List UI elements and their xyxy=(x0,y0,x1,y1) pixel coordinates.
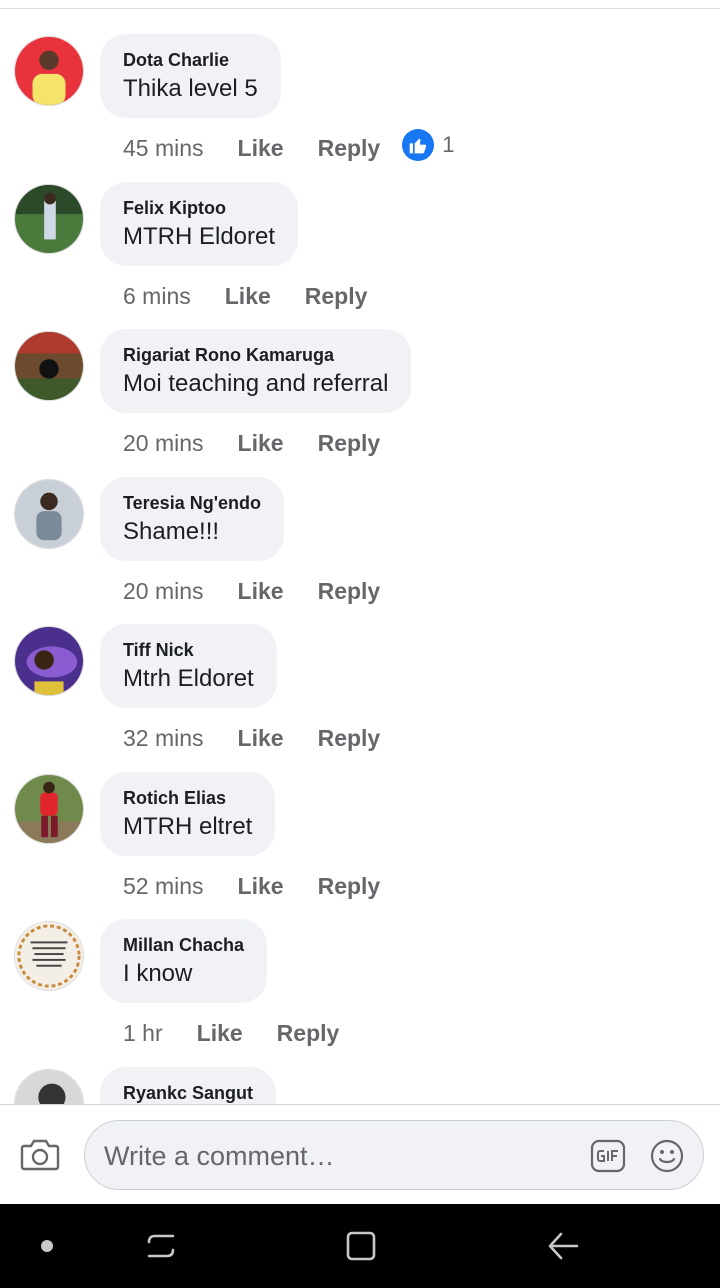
comment-actions: 1 hr Like Reply xyxy=(123,1018,339,1048)
comment-timestamp[interactable]: 32 mins xyxy=(123,725,204,752)
comment-author[interactable]: Millan Chacha xyxy=(123,935,244,955)
comment-author[interactable]: Rigariat Rono Kamaruga xyxy=(123,345,388,365)
reply-button[interactable]: Reply xyxy=(318,578,381,605)
comment-timestamp[interactable]: 6 mins xyxy=(123,283,191,310)
like-button[interactable]: Like xyxy=(238,725,284,752)
comment-timestamp[interactable]: 1 hr xyxy=(123,1020,163,1047)
comment-actions: 32 mins Like Reply xyxy=(123,723,380,753)
avatar[interactable] xyxy=(14,331,84,401)
comment-text: I know xyxy=(123,960,193,987)
comment-text: MTRH eltret xyxy=(123,813,253,840)
comment-list[interactable]: Dota Charlie Thika level 5 45 mins Like … xyxy=(0,0,720,1104)
reaction-summary[interactable]: 1 xyxy=(402,129,454,161)
comment-bubble[interactable]: Dota Charlie Thika level 5 xyxy=(100,34,281,118)
comment-bubble[interactable]: Rigariat Rono Kamaruga Moi teaching and … xyxy=(100,329,412,413)
comment-bubble[interactable]: Millan Chacha I know xyxy=(100,919,268,1003)
avatar[interactable] xyxy=(14,184,84,254)
home-icon[interactable] xyxy=(343,1228,379,1264)
like-button[interactable]: Like xyxy=(238,430,284,457)
comment-timestamp[interactable]: 52 mins xyxy=(123,873,204,900)
comment-item: Felix Kiptoo MTRH Eldoret 6 mins Like Re… xyxy=(0,182,720,331)
avatar[interactable] xyxy=(14,479,84,549)
comment-composer: Write a comment… xyxy=(0,1104,720,1204)
reply-button[interactable]: Reply xyxy=(277,1020,340,1047)
comment-author[interactable]: Dota Charlie xyxy=(123,50,258,70)
like-button[interactable]: Like xyxy=(197,1020,243,1047)
comment-text: Shame!!! xyxy=(123,518,220,545)
thumbs-up-icon xyxy=(402,129,435,161)
comment-bubble[interactable]: Ryankc Sangut xyxy=(100,1067,277,1104)
comment-author[interactable]: Teresia Ng'endo xyxy=(123,493,261,513)
comment-input[interactable]: Write a comment… xyxy=(84,1120,704,1190)
reply-button[interactable]: Reply xyxy=(318,725,381,752)
comment-text: Moi teaching and referral xyxy=(123,370,389,397)
assistant-dot-icon[interactable] xyxy=(41,1240,53,1252)
comment-actions: 45 mins Like Reply 1 xyxy=(123,129,454,163)
system-nav-bar xyxy=(0,1204,720,1288)
comment-author[interactable]: Rotich Elias xyxy=(123,788,252,808)
comment-author[interactable]: Ryankc Sangut xyxy=(123,1083,253,1103)
comment-actions: 52 mins Like Reply xyxy=(123,871,380,901)
reply-button[interactable]: Reply xyxy=(318,430,381,457)
avatar[interactable] xyxy=(14,36,84,106)
gif-icon[interactable] xyxy=(590,1139,626,1173)
avatar[interactable] xyxy=(14,921,84,991)
camera-icon[interactable] xyxy=(20,1137,60,1173)
reaction-count: 1 xyxy=(442,132,455,157)
like-button[interactable]: Like xyxy=(238,135,284,162)
comment-timestamp[interactable]: 20 mins xyxy=(123,578,204,605)
emoji-icon[interactable] xyxy=(650,1139,684,1173)
comment-actions: 20 mins Like Reply xyxy=(123,428,380,458)
comment-input-placeholder: Write a comment… xyxy=(104,1141,335,1171)
like-button[interactable]: Like xyxy=(238,578,284,605)
reply-button[interactable]: Reply xyxy=(318,873,381,900)
avatar[interactable] xyxy=(14,1069,84,1104)
reply-button[interactable]: Reply xyxy=(318,135,381,162)
comment-text: MTRH Eldoret xyxy=(123,223,276,250)
back-arrow-icon[interactable] xyxy=(545,1228,581,1264)
avatar[interactable] xyxy=(14,774,84,844)
recent-apps-icon[interactable] xyxy=(143,1228,179,1264)
comment-bubble[interactable]: Tiff Nick Mtrh Eldoret xyxy=(100,624,277,708)
like-button[interactable]: Like xyxy=(225,283,271,310)
comment-item: Dota Charlie Thika level 5 45 mins Like … xyxy=(0,34,720,183)
comment-actions: 6 mins Like Reply xyxy=(123,281,367,311)
comment-bubble[interactable]: Felix Kiptoo MTRH Eldoret xyxy=(100,182,299,266)
reply-button[interactable]: Reply xyxy=(305,283,368,310)
like-button[interactable]: Like xyxy=(238,873,284,900)
comment-item: Millan Chacha I know 1 hr Like Reply xyxy=(0,919,720,1068)
comment-item: Rotich Elias MTRH eltret 52 mins Like Re… xyxy=(0,772,720,921)
comment-author[interactable]: Tiff Nick xyxy=(123,640,254,660)
comment-bubble[interactable]: Rotich Elias MTRH eltret xyxy=(100,772,276,856)
comment-actions: 20 mins Like Reply xyxy=(123,576,380,606)
comment-timestamp[interactable]: 45 mins xyxy=(123,135,204,162)
comment-timestamp[interactable]: 20 mins xyxy=(123,430,204,457)
comment-author[interactable]: Felix Kiptoo xyxy=(123,198,275,218)
comment-text: Mtrh Eldoret xyxy=(123,665,254,692)
comment-bubble[interactable]: Teresia Ng'endo Shame!!! xyxy=(100,477,284,561)
comment-item: Rigariat Rono Kamaruga Moi teaching and … xyxy=(0,329,720,478)
comment-item: Ryankc Sangut xyxy=(0,1067,720,1104)
comment-item: Tiff Nick Mtrh Eldoret 32 mins Like Repl… xyxy=(0,624,720,773)
comment-item: Teresia Ng'endo Shame!!! 20 mins Like Re… xyxy=(0,477,720,626)
avatar[interactable] xyxy=(14,626,84,696)
comment-text: Thika level 5 xyxy=(123,75,258,102)
